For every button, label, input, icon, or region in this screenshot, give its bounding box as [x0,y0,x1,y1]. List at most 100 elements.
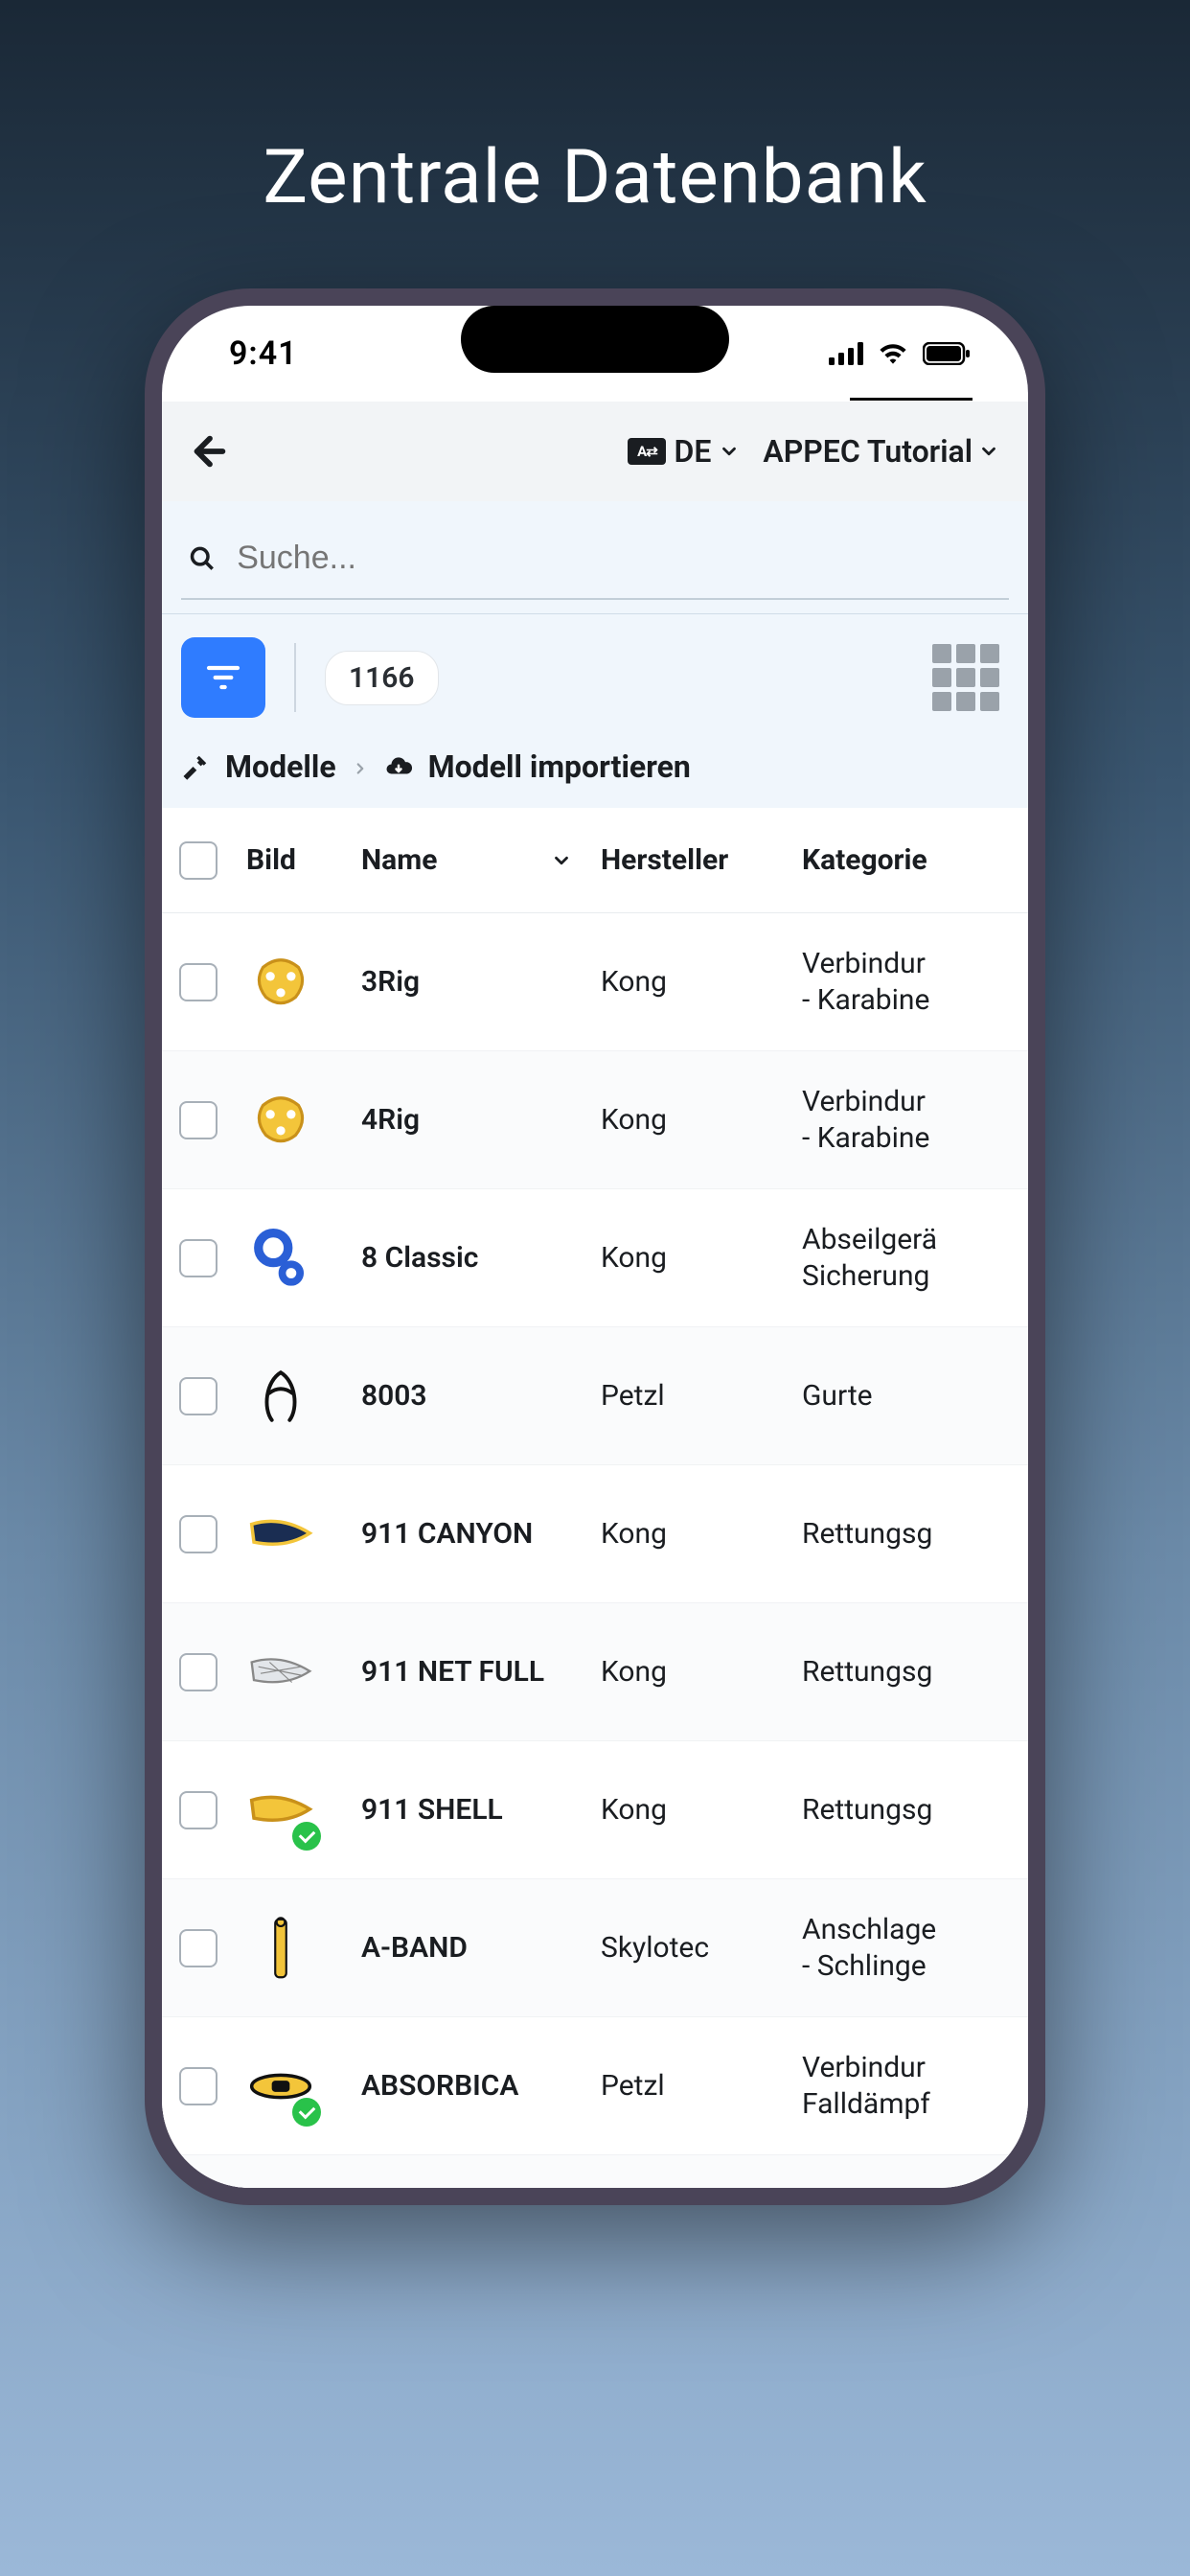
breadcrumb-separator [352,748,369,785]
cell-manufacturer: Skylotec [601,1931,802,1965]
row-checkbox[interactable] [179,1653,217,1691]
table-row[interactable]: 4RigKongVerbindur- Karabine [162,1051,1028,1189]
cell-manufacturer: Kong [601,1241,802,1275]
breadcrumb-leaf: Modell importieren [428,748,691,785]
row-checkbox[interactable] [179,2067,217,2105]
row-checkbox[interactable] [179,1791,217,1829]
toolbar: 1166 [162,614,1028,741]
product-thumbnail [246,1500,315,1569]
product-thumbnail [246,1776,315,1845]
statusbar-time: 9:41 [229,334,298,373]
product-thumbnail [246,948,315,1017]
cell-name: ABSORBICA [361,2069,601,2103]
cell-manufacturer: Kong [601,1103,802,1137]
row-checkbox[interactable] [179,1101,217,1139]
row-checkbox[interactable] [179,1377,217,1415]
th-name-label: Name [361,843,437,877]
table-row[interactable]: 911 CANYONKongRettungsg [162,1465,1028,1603]
cell-category: Verbindur- Karabine [802,946,1011,1018]
result-count: 1166 [325,651,439,705]
wifi-icon [877,342,909,365]
cell-category: Rettungsg [802,1516,1011,1552]
language-label: DE [674,433,711,470]
table: Bild Name Hersteller Kategorie 3RigKongV… [162,808,1028,2188]
translate-icon: A⇄ [628,438,666,465]
chevron-down-icon [978,441,999,462]
row-checkbox[interactable] [179,1239,217,1277]
cellular-icon [829,342,863,365]
table-row[interactable]: 8003PetzlGurte [162,1327,1028,1465]
searchbar [162,501,1028,614]
row-checkbox[interactable] [179,963,217,1001]
table-row[interactable]: 8 ClassicKongAbseilgeräSicherung [162,1189,1028,1327]
table-row[interactable]: ABSORBICA-IPetzlVerbindurFalldämpf [162,2155,1028,2188]
cell-name: 8 Classic [361,1241,601,1275]
table-row[interactable]: ABSORBICAPetzlVerbindurFalldämpf [162,2017,1028,2155]
cell-manufacturer: Kong [601,1517,802,1551]
battery-icon [923,342,971,365]
th-manufacturer[interactable]: Hersteller [601,843,802,877]
language-selector[interactable]: A⇄ DE [628,433,740,470]
select-all-checkbox[interactable] [179,841,217,880]
cell-category: Rettungsg [802,1792,1011,1828]
chevron-down-icon [551,850,572,871]
cell-manufacturer: Kong [601,965,802,999]
th-name[interactable]: Name [361,843,601,877]
back-button[interactable] [181,423,239,480]
statusbar-indicators [829,342,971,365]
cell-name: 911 SHELL [361,1793,601,1827]
table-row[interactable]: 3RigKongVerbindur- Karabine [162,913,1028,1051]
product-thumbnail [246,1914,315,1983]
cloud-download-icon [384,752,413,781]
cell-category: Anschlage- Schlinge [802,1912,1011,1984]
product-thumbnail [246,2052,315,2121]
product-thumbnail [246,1362,315,1431]
cell-category: VerbindurFalldämpf [802,2050,1011,2122]
cell-name: 3Rig [361,965,601,999]
cell-manufacturer: Petzl [601,1379,802,1413]
arrow-left-icon [188,429,232,473]
notch [461,306,729,373]
cell-category: Rettungsg [802,1654,1011,1690]
grid-view-button[interactable] [932,644,999,711]
search-icon [189,544,216,573]
hammer-icon [181,752,210,781]
filter-button[interactable] [181,637,265,718]
search-input[interactable] [237,540,1001,577]
screen: 9:41 A⇄ DE APPEC Tutorial [162,306,1028,2188]
cell-name: 911 NET FULL [361,1655,601,1689]
topbar: A⇄ DE APPEC Tutorial [162,402,1028,501]
chevron-down-icon [719,441,740,462]
tenant-selector[interactable]: APPEC Tutorial [763,433,999,470]
cell-name: A-BAND [361,1931,601,1965]
cell-manufacturer: Kong [601,1793,802,1827]
cell-category: Gurte [802,1378,1011,1414]
table-header: Bild Name Hersteller Kategorie [162,808,1028,913]
cell-category: AbseilgeräSicherung [802,1222,1011,1294]
cell-name: 911 CANYON [361,1517,601,1551]
table-row[interactable]: 911 NET FULLKongRettungsg [162,1603,1028,1741]
cell-name: 8003 [361,1379,601,1413]
breadcrumb: Modelle Modell importieren [162,741,1028,808]
status-underline [850,398,973,401]
th-category[interactable]: Kategorie [802,843,1011,877]
filter-icon [204,658,242,697]
table-row[interactable]: A-BANDSkylotecAnschlage- Schlinge [162,1879,1028,2017]
product-thumbnail [246,1638,315,1707]
row-checkbox[interactable] [179,1515,217,1553]
row-checkbox[interactable] [179,1929,217,1967]
table-row[interactable]: 911 SHELLKongRettungsg [162,1741,1028,1879]
breadcrumb-root[interactable]: Modelle [225,748,336,785]
tenant-label: APPEC Tutorial [763,433,973,470]
product-thumbnail [246,1086,315,1155]
verified-badge-icon [292,1822,321,1851]
cell-manufacturer: Kong [601,1655,802,1689]
phone-frame: 9:41 A⇄ DE APPEC Tutorial [145,288,1045,2205]
cell-category: Verbindur- Karabine [802,1084,1011,1156]
th-image[interactable]: Bild [246,843,361,877]
page-title: Zentrale Datenbank [263,134,927,221]
verified-badge-icon [292,2098,321,2127]
product-thumbnail [246,1224,315,1293]
cell-name: 4Rig [361,1103,601,1137]
divider [294,643,296,712]
